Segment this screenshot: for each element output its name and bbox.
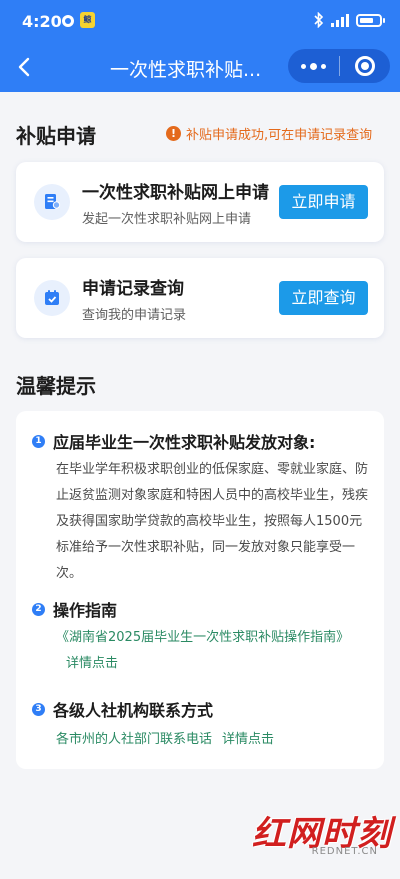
guide-link-text[interactable]: 《湖南省2025届毕业生一次性求职补贴操作指南》	[56, 630, 349, 645]
contacts-link[interactable]: 各市州的人社部门联系电话 详情点击	[56, 727, 370, 753]
status-bar: 4:20 鲸鱼	[0, 0, 400, 40]
number-badge-1: 1	[32, 434, 45, 448]
number-badge-3: 3	[32, 702, 45, 716]
status-icons	[314, 12, 385, 28]
apply-card: 一次性求职补贴网上申请 发起一次性求职补贴网上申请 立即申请	[16, 162, 384, 242]
battery-icon	[356, 13, 385, 27]
records-card-subtitle: 查询我的申请记录	[82, 308, 187, 323]
records-card: 申请记录查询 查询我的申请记录 立即查询	[16, 258, 384, 338]
page-title: 一次性求职补贴...	[110, 59, 262, 81]
tip-item-3-title: 各级人社机构联系方式	[53, 701, 214, 720]
guide-link[interactable]: 《湖南省2025届毕业生一次性求职补贴操作指南》详情点击	[56, 625, 370, 677]
watermark-logo: 红网时刻 REDNET.CN	[252, 806, 392, 862]
success-notice: ! 补贴申请成功,可在申请记录查询	[166, 124, 372, 143]
tip-item-1-title: 应届毕业生一次性求职补贴发放对象:	[53, 433, 316, 452]
back-icon[interactable]	[12, 54, 38, 80]
apply-card-title: 一次性求职补贴网上申请	[82, 183, 269, 203]
tip-item-2-header: 2 操作指南	[32, 597, 117, 621]
contacts-link-text[interactable]: 各市州的人社部门联系电话	[56, 732, 212, 747]
guide-details-link[interactable]: 详情点击	[66, 656, 118, 671]
records-card-title: 申请记录查询	[82, 279, 184, 299]
calendar-icon	[34, 280, 70, 316]
apply-now-button[interactable]: 立即申请	[279, 185, 368, 219]
top-bar: 4:20 鲸鱼 一次性求职补贴...	[0, 0, 400, 92]
nav-bar: 一次性求职补贴...	[0, 44, 400, 90]
warning-icon: !	[166, 126, 181, 141]
tip-item-1-header: 1 应届毕业生一次性求职补贴发放对象:	[32, 429, 315, 453]
contacts-details-link[interactable]: 详情点击	[222, 732, 274, 747]
mini-program-capsule	[288, 49, 390, 83]
tip-item-1-body: 在毕业学年积极求职创业的低保家庭、零就业家庭、防止返贫监测对象家庭和特困人员中的…	[56, 462, 369, 581]
section-title-apply: 补贴申请	[16, 124, 96, 148]
tip-item-2-title: 操作指南	[53, 601, 118, 620]
watermark-sub: REDNET.CN	[311, 846, 378, 857]
close-circle-icon[interactable]	[340, 49, 390, 83]
number-badge-2: 2	[32, 602, 45, 616]
signal-icon	[331, 13, 349, 27]
app-badge-icon: 鲸鱼	[80, 12, 95, 28]
bottom-strip	[0, 864, 400, 879]
main-content: 补贴申请 ! 补贴申请成功,可在申请记录查询 一次性求职补贴网上申请 发起一次性…	[0, 92, 400, 879]
form-icon	[34, 184, 70, 220]
section-title-tips: 温馨提示	[16, 374, 96, 398]
bluetooth-icon	[314, 12, 324, 28]
query-now-button[interactable]: 立即查询	[279, 281, 368, 315]
apply-card-subtitle: 发起一次性求职补贴网上申请	[82, 212, 252, 227]
tip-item-3-header: 3 各级人社机构联系方式	[32, 697, 213, 721]
notice-text: 补贴申请成功,可在申请记录查询	[186, 128, 373, 143]
more-icon[interactable]	[288, 49, 339, 83]
notification-icon	[62, 15, 74, 27]
status-time: 4:20	[22, 12, 62, 31]
tips-panel: 1 应届毕业生一次性求职补贴发放对象: 在毕业学年积极求职创业的低保家庭、零就业…	[16, 411, 384, 769]
